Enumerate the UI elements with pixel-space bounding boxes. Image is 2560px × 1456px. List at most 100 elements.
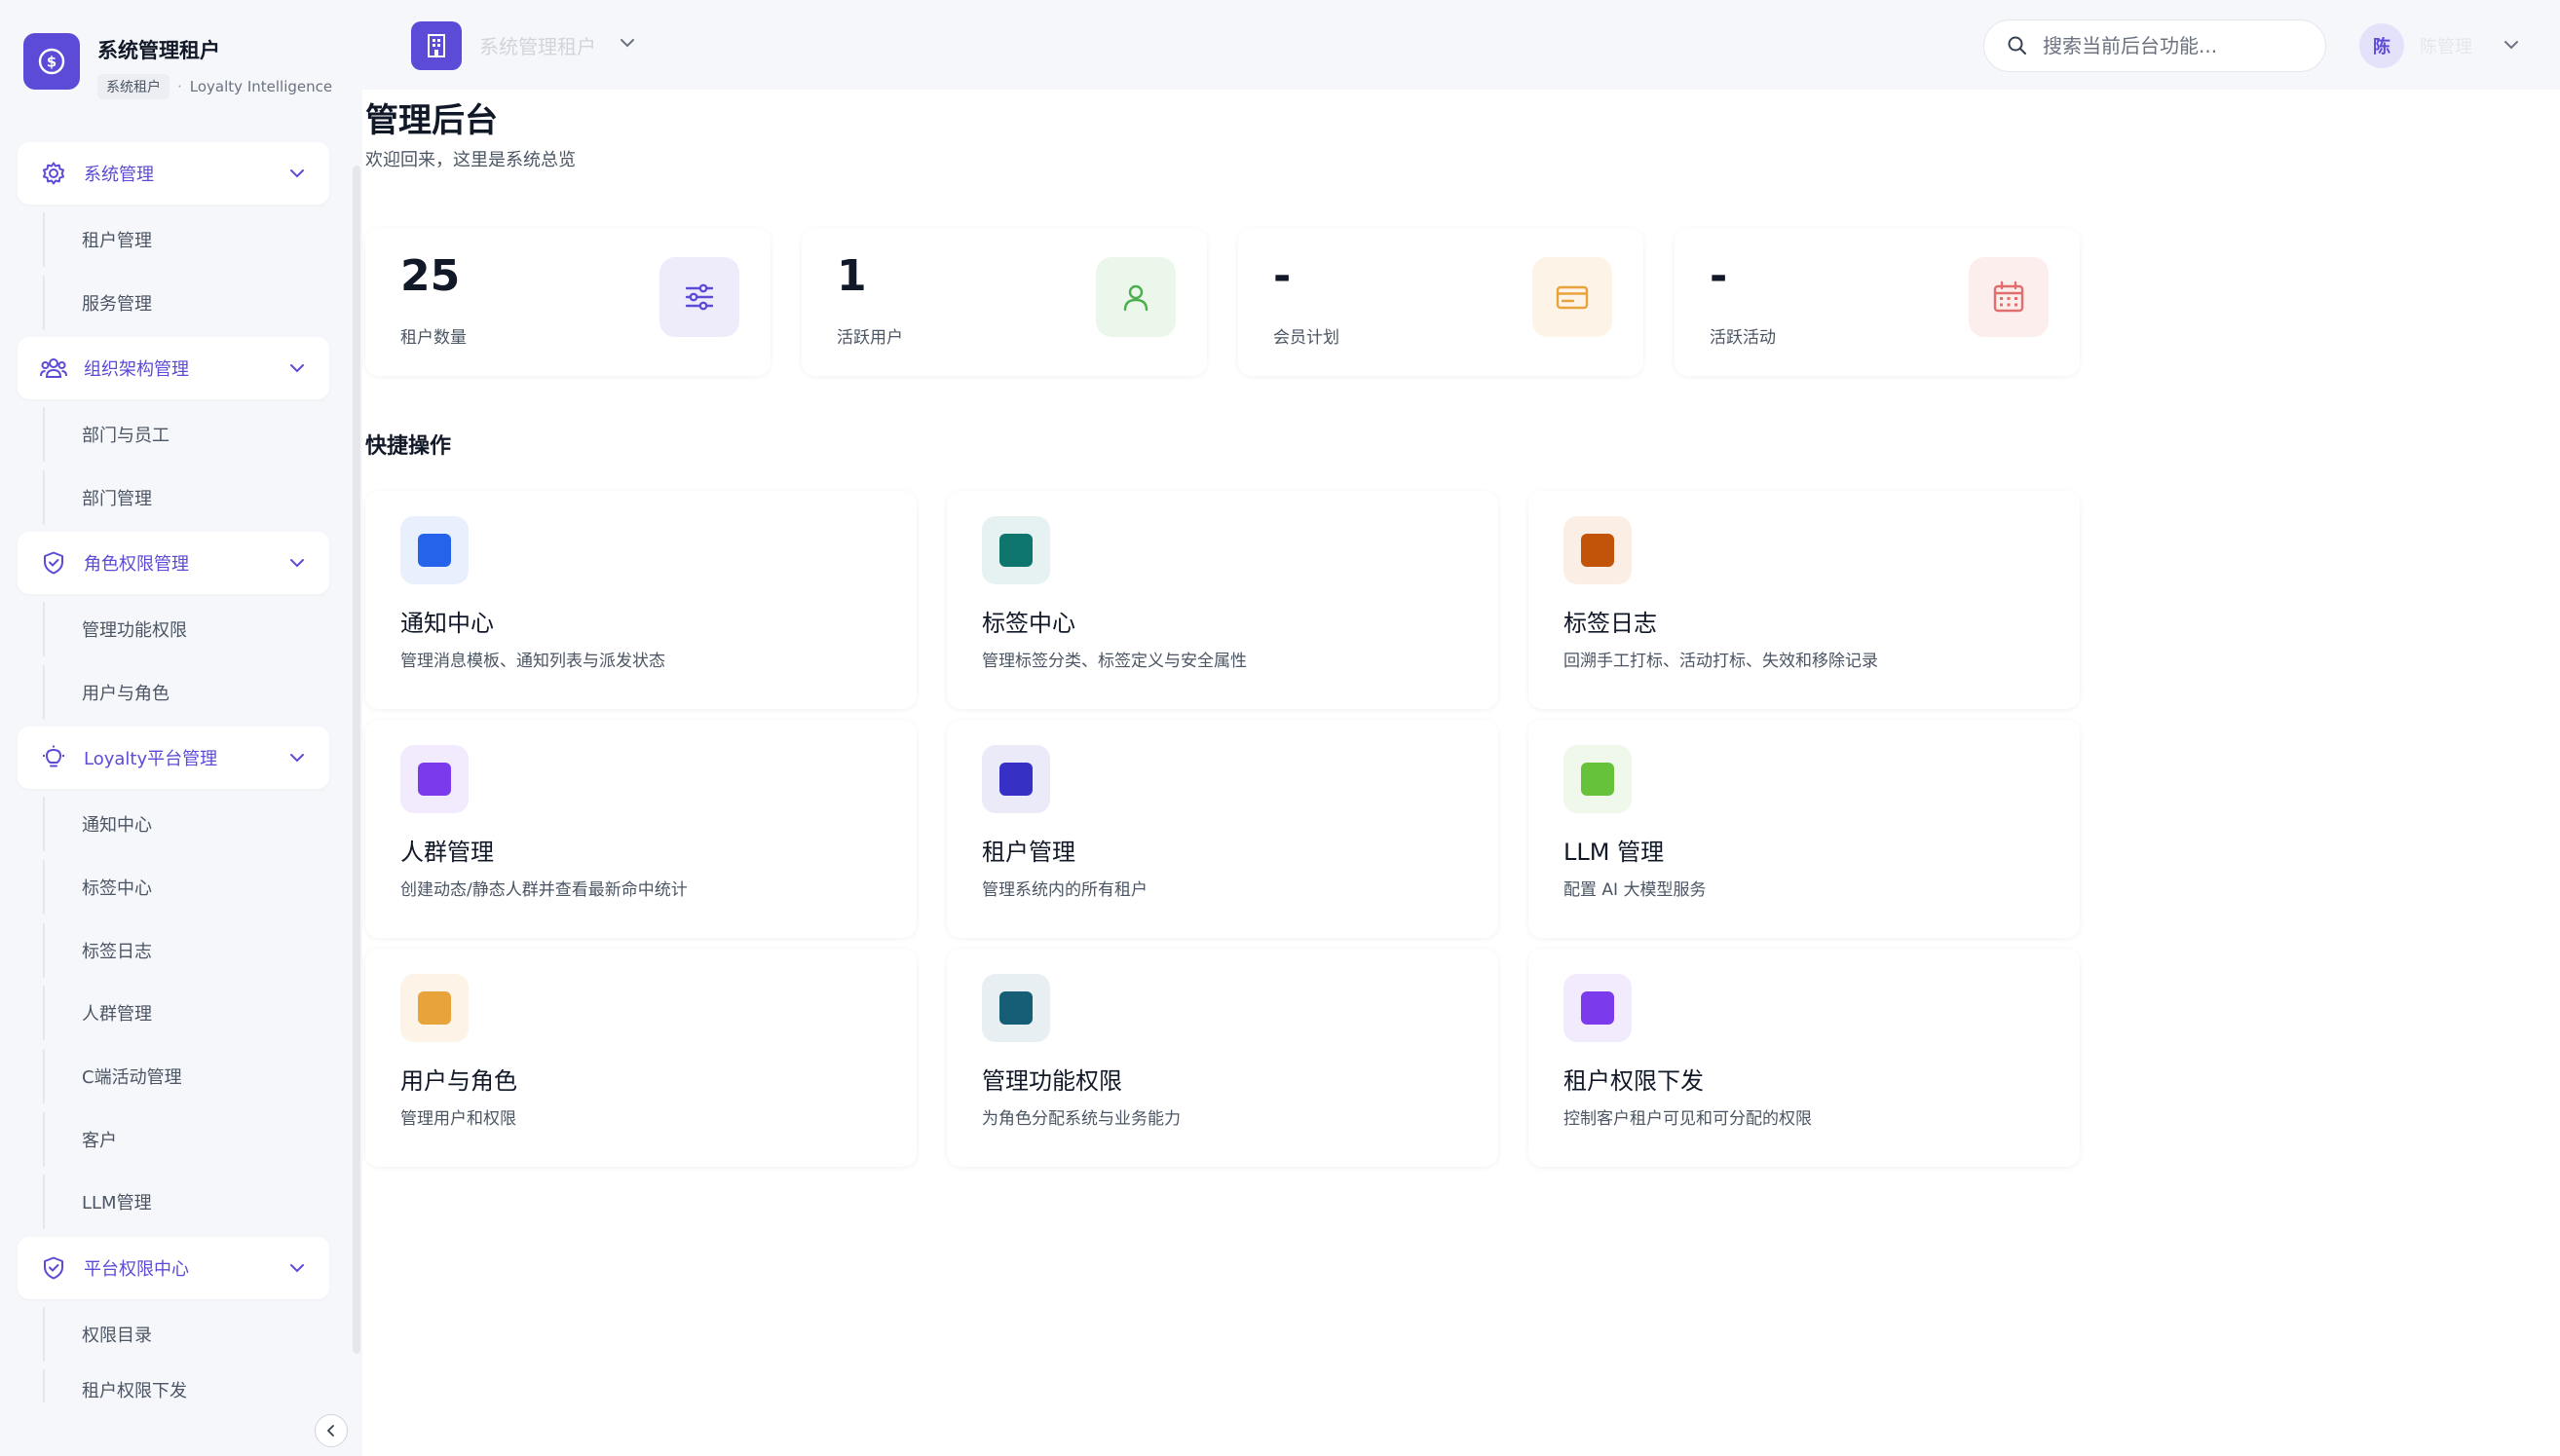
llm-app-icon bbox=[1563, 745, 1632, 813]
sidebar-item-notification-center[interactable]: 通知中心 bbox=[43, 797, 325, 851]
user-name[interactable]: 陈管理 bbox=[2420, 33, 2472, 58]
tenant-switcher-button[interactable] bbox=[411, 21, 462, 70]
action-description: 回溯手工打标、活动打标、失效和移除记录 bbox=[1563, 652, 1878, 671]
action-title: 租户权限下发 bbox=[1563, 1067, 1704, 1095]
sidebar-item-service-management[interactable]: 服务管理 bbox=[43, 276, 325, 330]
action-title: 人群管理 bbox=[400, 839, 494, 866]
brand-title: 系统管理租户 bbox=[97, 39, 220, 62]
action-description: 管理用户和权限 bbox=[400, 1109, 516, 1129]
separator-dot: · bbox=[177, 78, 182, 95]
shield-check-icon bbox=[39, 1253, 68, 1283]
tag-app-icon bbox=[982, 516, 1050, 584]
users-icon bbox=[39, 354, 68, 383]
stat-value: - bbox=[1710, 251, 1728, 301]
chevron-left-icon bbox=[326, 1425, 334, 1437]
user-icon bbox=[1096, 257, 1176, 337]
nav-group-loyalty-platform[interactable]: Loyalty平台管理 bbox=[18, 727, 329, 789]
sidebar-item-tag-center[interactable]: 标签中心 bbox=[43, 860, 325, 915]
nav-group-label: 系统管理 bbox=[84, 165, 154, 185]
main-content: 管理后台 欢迎回来，这里是系统总览 25 租户数量 1 活跃用户 - 会员计划 … bbox=[362, 90, 2560, 1456]
current-tenant-name[interactable]: 系统管理租户 bbox=[479, 31, 596, 59]
tenant-app-icon bbox=[982, 745, 1050, 813]
function-permissions-app-icon bbox=[982, 974, 1050, 1042]
nav-group-organization[interactable]: 组织架构管理 bbox=[18, 337, 329, 399]
nav-group-label: 组织架构管理 bbox=[84, 359, 189, 380]
stat-label: 会员计划 bbox=[1273, 328, 1339, 348]
action-title: 用户与角色 bbox=[400, 1067, 517, 1095]
action-description: 创建动态/静态人群并查看最新命中统计 bbox=[400, 880, 688, 900]
sidebar-item-tenant-management[interactable]: 租户管理 bbox=[43, 212, 325, 267]
stat-card-active-users: 1 活跃用户 bbox=[802, 228, 1207, 376]
chevron-down-icon bbox=[286, 747, 308, 768]
sidebar-item-department-management[interactable]: 部门管理 bbox=[43, 470, 325, 525]
chevron-down-icon[interactable] bbox=[2502, 35, 2521, 58]
stat-label: 租户数量 bbox=[400, 328, 467, 348]
tenant-permissions-app-icon bbox=[1563, 974, 1632, 1042]
quick-actions-title: 快捷操作 bbox=[365, 434, 452, 459]
action-title: 租户管理 bbox=[982, 839, 1075, 866]
action-description: 管理标签分类、标签定义与安全属性 bbox=[982, 652, 1247, 671]
sidebar-item-llm-management[interactable]: LLM管理 bbox=[43, 1175, 325, 1229]
chevron-down-icon bbox=[286, 552, 308, 574]
avatar[interactable]: 陈 bbox=[2359, 23, 2404, 68]
brand: $ 系统管理租户 系统租户 · Loyalty Intelligence bbox=[23, 33, 332, 99]
users-roles-app-icon bbox=[400, 974, 469, 1042]
sidebar-item-c-campaign-management[interactable]: C端活动管理 bbox=[43, 1049, 325, 1103]
action-card-users-roles[interactable]: 用户与角色 管理用户和权限 bbox=[365, 949, 917, 1167]
page-subtitle: 欢迎回来，这里是系统总览 bbox=[365, 150, 576, 170]
sidebar-item-users-roles[interactable]: 用户与角色 bbox=[43, 665, 325, 720]
sidebar-item-audience-management[interactable]: 人群管理 bbox=[43, 986, 325, 1040]
nav-group-label: 角色权限管理 bbox=[84, 554, 189, 575]
sidebar-item-departments-employees[interactable]: 部门与员工 bbox=[43, 407, 325, 462]
nav-group-label: 平台权限中心 bbox=[84, 1259, 189, 1280]
product-name: Loyalty Intelligence bbox=[189, 78, 333, 95]
chevron-down-icon[interactable] bbox=[618, 33, 637, 56]
sidebar-item-customers[interactable]: 客户 bbox=[43, 1112, 325, 1167]
search-input[interactable] bbox=[2043, 34, 2306, 57]
notification-app-icon bbox=[400, 516, 469, 584]
action-card-tenant-permission-distribution[interactable]: 租户权限下发 控制客户租户可见和可分配的权限 bbox=[1528, 949, 2080, 1167]
tag-log-app-icon bbox=[1563, 516, 1632, 584]
action-card-tag-center[interactable]: 标签中心 管理标签分类、标签定义与安全属性 bbox=[947, 491, 1498, 709]
credit-card-icon bbox=[1532, 257, 1612, 337]
gear-icon bbox=[39, 159, 68, 188]
topbar: 系统管理租户 陈 陈管理 bbox=[362, 0, 2560, 90]
sidebar-item-function-permissions[interactable]: 管理功能权限 bbox=[43, 602, 325, 656]
page-title: 管理后台 bbox=[365, 101, 498, 140]
action-card-function-permissions[interactable]: 管理功能权限 为角色分配系统与业务能力 bbox=[947, 949, 1498, 1167]
action-title: LLM 管理 bbox=[1563, 839, 1665, 866]
search-icon bbox=[2008, 36, 2026, 55]
sidebar-scrollbar[interactable] bbox=[353, 166, 360, 1354]
lightbulb-icon bbox=[39, 743, 68, 772]
action-description: 控制客户租户可见和可分配的权限 bbox=[1563, 1109, 1812, 1129]
action-description: 为角色分配系统与业务能力 bbox=[982, 1109, 1181, 1129]
action-description: 管理消息模板、通知列表与派发状态 bbox=[400, 652, 665, 671]
stat-value: - bbox=[1273, 251, 1292, 301]
search-box[interactable] bbox=[1983, 19, 2326, 72]
chevron-down-icon bbox=[286, 163, 308, 184]
calendar-icon bbox=[1969, 257, 2049, 337]
action-title: 标签日志 bbox=[1563, 610, 1657, 637]
action-card-llm-management[interactable]: LLM 管理 配置 AI 大模型服务 bbox=[1528, 720, 2080, 938]
action-card-tag-log[interactable]: 标签日志 回溯手工打标、活动打标、失效和移除记录 bbox=[1528, 491, 2080, 709]
nav-group-role-permissions[interactable]: 角色权限管理 bbox=[18, 532, 329, 594]
stat-label: 活跃用户 bbox=[837, 328, 903, 348]
nav-group-platform-permissions[interactable]: 平台权限中心 bbox=[18, 1237, 329, 1299]
collapse-sidebar-button[interactable] bbox=[315, 1414, 348, 1447]
nav-group-system[interactable]: 系统管理 bbox=[18, 142, 329, 205]
building-icon bbox=[428, 34, 445, 57]
action-card-tenant-management[interactable]: 租户管理 管理系统内的所有租户 bbox=[947, 720, 1498, 938]
action-card-audience-management[interactable]: 人群管理 创建动态/静态人群并查看最新命中统计 bbox=[365, 720, 917, 938]
action-title: 通知中心 bbox=[400, 610, 494, 637]
action-title: 标签中心 bbox=[982, 610, 1075, 637]
svg-text:$: $ bbox=[47, 54, 56, 71]
sidebar-item-permission-catalog[interactable]: 权限目录 bbox=[43, 1307, 325, 1362]
stat-card-membership-plans: - 会员计划 bbox=[1238, 228, 1643, 376]
stat-value: 25 bbox=[400, 251, 461, 301]
action-card-notification-center[interactable]: 通知中心 管理消息模板、通知列表与派发状态 bbox=[365, 491, 917, 709]
sidebar-item-tenant-permission-distribution[interactable]: 租户权限下发 bbox=[43, 1369, 325, 1402]
chevron-down-icon bbox=[286, 357, 308, 379]
chevron-down-icon bbox=[286, 1257, 308, 1279]
sidebar-item-tag-log[interactable]: 标签日志 bbox=[43, 923, 325, 978]
audience-app-icon bbox=[400, 745, 469, 813]
